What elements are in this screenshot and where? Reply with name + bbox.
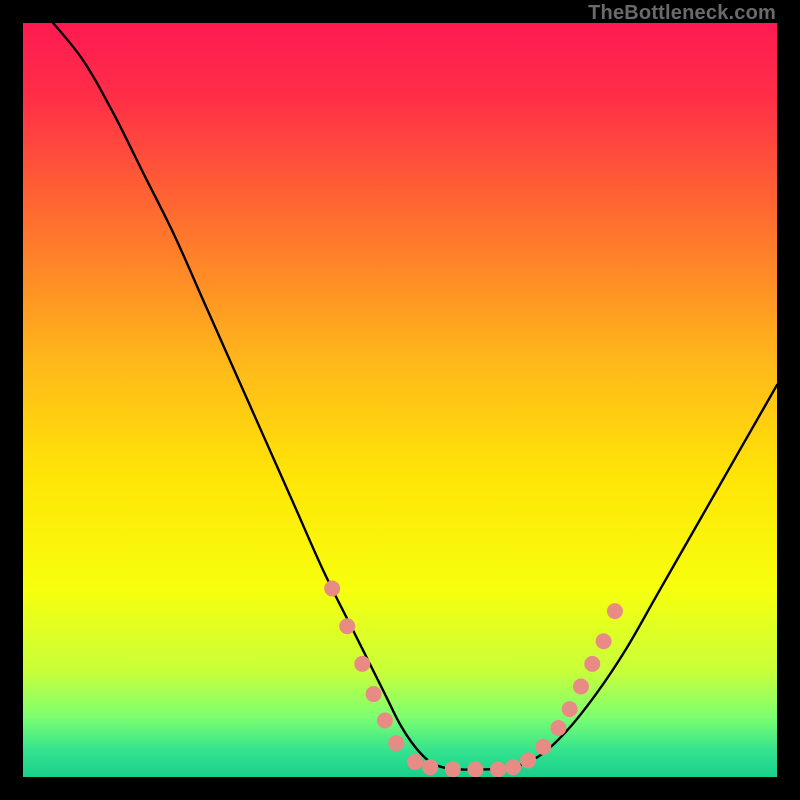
chart-background xyxy=(23,23,777,777)
watermark-text: TheBottleneck.com xyxy=(588,2,776,25)
highlight-dot xyxy=(505,759,521,775)
highlight-dot xyxy=(388,735,404,751)
highlight-dot xyxy=(354,656,370,672)
highlight-dot xyxy=(366,686,382,702)
highlight-dot xyxy=(422,759,438,775)
highlight-dot xyxy=(562,701,578,717)
highlight-dot xyxy=(445,761,461,777)
chart-svg xyxy=(23,23,777,777)
highlight-dot xyxy=(596,633,612,649)
chart-frame xyxy=(23,23,777,777)
highlight-dot xyxy=(573,679,589,695)
highlight-dot xyxy=(535,739,551,755)
highlight-dot xyxy=(607,603,623,619)
highlight-dot xyxy=(339,618,355,634)
highlight-dot xyxy=(377,712,393,728)
highlight-dot xyxy=(407,754,423,770)
highlight-dot xyxy=(550,720,566,736)
highlight-dot xyxy=(467,761,483,777)
highlight-dot xyxy=(490,761,506,777)
highlight-dot xyxy=(520,752,536,768)
highlight-dot xyxy=(324,581,340,597)
highlight-dot xyxy=(584,656,600,672)
